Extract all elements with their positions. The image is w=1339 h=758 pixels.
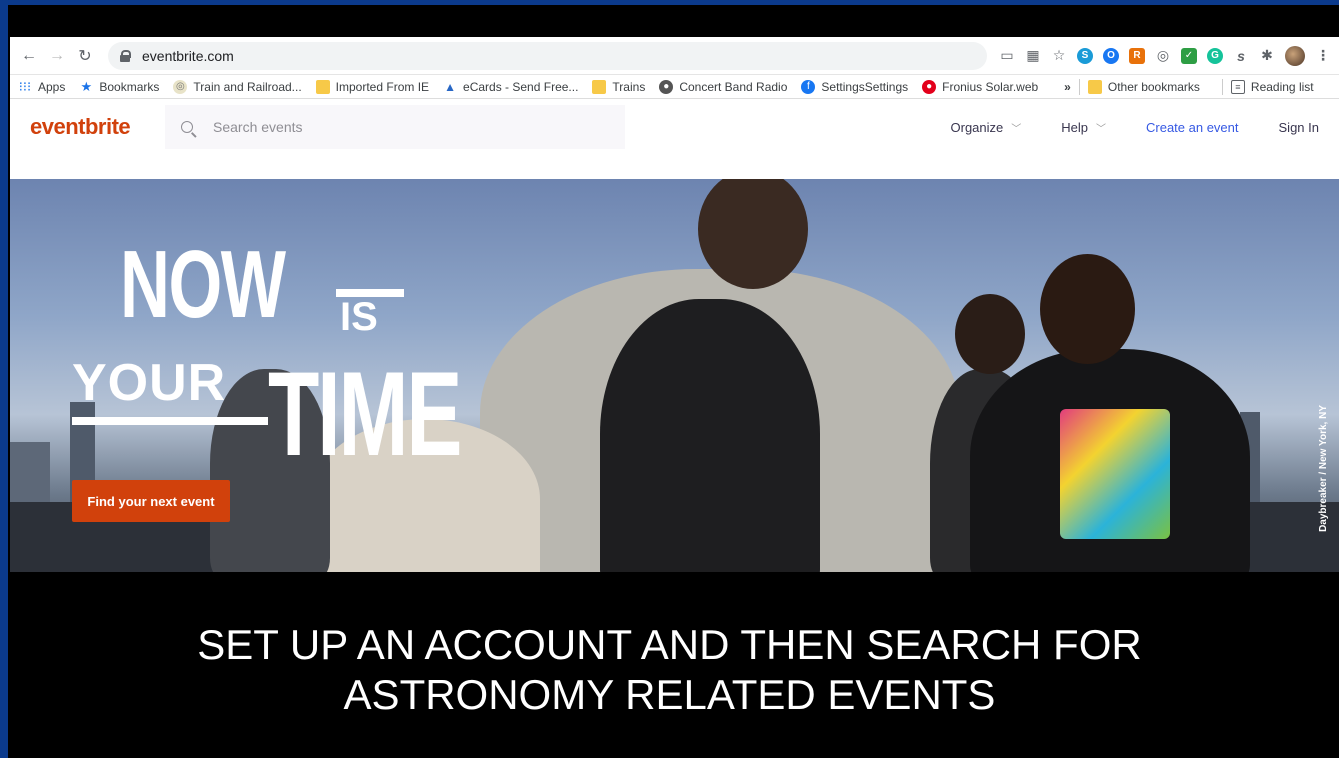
lock-icon <box>120 50 131 62</box>
extension-orange-icon[interactable]: R <box>1129 47 1145 64</box>
reading-list-icon: ≡ <box>1230 79 1245 94</box>
qr-code-icon[interactable]: ▦ <box>1025 47 1041 64</box>
hero-title-now: NOW <box>120 231 286 338</box>
divider <box>1221 78 1223 95</box>
help-menu[interactable]: Help ﹀ <box>1061 120 1106 135</box>
divider <box>1078 78 1080 95</box>
caption-line-1: SET UP AN ACCOUNT AND THEN SEARCH FOR <box>197 621 1142 668</box>
url-bar[interactable]: eventbrite.com <box>108 41 987 70</box>
github-icon[interactable]: ◎ <box>1155 47 1171 64</box>
eventbrite-header: eventbrite Search events Organize ﹀ Help… <box>10 99 1339 155</box>
profile-avatar[interactable] <box>1285 45 1305 66</box>
hero-banner: NOW IS YOUR TIME Find your next event Da… <box>10 179 1339 572</box>
bookmark-trains[interactable]: Trains <box>592 79 645 94</box>
bookmark-bookmarks[interactable]: ★ Bookmarks <box>79 78 160 94</box>
bookmarks-overflow-icon[interactable]: » <box>1064 80 1071 94</box>
folder-icon <box>592 79 607 94</box>
caption-line-2: ASTRONOMY RELATED EVENTS <box>343 671 996 718</box>
puzzle-extensions-icon[interactable]: ✱ <box>1259 47 1275 64</box>
bookmark-settings[interactable]: f SettingsSettings <box>801 79 908 94</box>
extensions-bar: ▭ ▦ ☆ S O R ◎ ✓ G s ✱ ⋮ <box>999 45 1331 66</box>
bookmark-concert-band-radio[interactable]: ● Concert Band Radio <box>659 79 787 94</box>
slide-caption: SET UP AN ACCOUNT AND THEN SEARCH FOR AS… <box>0 620 1339 720</box>
bookmark-fronius[interactable]: ● Fronius Solar.web <box>922 79 1038 94</box>
person-head <box>955 294 1025 374</box>
ecards-icon: ▲ <box>444 79 456 94</box>
tie-dye-shirt <box>1060 409 1170 539</box>
apps-grid-icon: ⁝⁝⁝ <box>18 78 32 94</box>
address-bar-row: ← → ↻ eventbrite.com ▭ ▦ ☆ S O R ◎ ✓ G s… <box>10 37 1339 75</box>
browser-window: ← → ↻ eventbrite.com ▭ ▦ ☆ S O R ◎ ✓ G s… <box>10 37 1339 572</box>
create-event-link[interactable]: Create an event <box>1146 120 1239 135</box>
person-shirt <box>600 299 820 572</box>
back-arrow-icon[interactable]: ← <box>18 45 40 67</box>
checkmark-extension-icon[interactable]: ✓ <box>1181 47 1197 64</box>
globe-icon: ● <box>659 79 674 94</box>
hero-title-time: TIME <box>268 347 462 481</box>
photo-credit: Daybreaker / New York, NY <box>1318 405 1329 532</box>
search-input[interactable]: Search events <box>165 105 625 149</box>
grammarly-icon[interactable]: G <box>1207 47 1223 64</box>
site-icon: ◎ <box>173 79 188 94</box>
url-text: eventbrite.com <box>142 47 234 64</box>
bookmark-apps[interactable]: ⁝⁝⁝ Apps <box>18 78 66 94</box>
chevron-down-icon: ﹀ <box>1096 123 1106 135</box>
bookmark-other[interactable]: Other bookmarks <box>1087 79 1200 94</box>
cast-icon[interactable]: ▭ <box>999 47 1015 64</box>
folder-icon <box>315 79 330 94</box>
fronius-icon: ● <box>922 79 937 94</box>
skype-icon[interactable]: S <box>1077 47 1093 64</box>
folder-icon <box>1087 79 1102 94</box>
person-head <box>1040 254 1135 364</box>
hero-title-your: YOUR <box>72 354 227 412</box>
bookmark-imported-from-ie[interactable]: Imported From IE <box>315 79 429 94</box>
chevron-down-icon: ﹀ <box>1011 123 1022 135</box>
star-icon: ★ <box>80 78 93 94</box>
bookmark-ecards[interactable]: ▲ eCards - Send Free... <box>443 80 578 94</box>
bookmarks-bar: ⁝⁝⁝ Apps ★ Bookmarks ◎ Train and Railroa… <box>10 75 1339 99</box>
forward-arrow-icon[interactable]: → <box>46 45 68 67</box>
header-nav: Organize ﹀ Help ﹀ Create an event Sign I… <box>911 120 1320 135</box>
eventbrite-logo[interactable]: eventbrite <box>30 114 165 140</box>
reading-list[interactable]: ≡ Reading list <box>1230 79 1314 94</box>
hero-title-is: IS <box>340 295 378 339</box>
reload-icon[interactable]: ↻ <box>74 45 96 67</box>
search-placeholder: Search events <box>213 119 303 135</box>
find-next-event-button[interactable]: Find your next event <box>72 480 230 522</box>
facebook-icon: f <box>801 79 816 94</box>
sign-in-link[interactable]: Sign In <box>1279 120 1319 135</box>
bookmark-star-icon[interactable]: ☆ <box>1051 47 1067 64</box>
hero-title-underline <box>72 417 268 425</box>
s-extension-icon[interactable]: s <box>1233 48 1249 64</box>
extension-blue-icon[interactable]: O <box>1103 47 1119 64</box>
kebab-menu-icon[interactable]: ⋮ <box>1315 47 1331 64</box>
search-icon <box>181 121 193 133</box>
bookmark-train-railroad[interactable]: ◎ Train and Railroad... <box>173 79 302 94</box>
organize-menu[interactable]: Organize ﹀ <box>951 120 1022 135</box>
